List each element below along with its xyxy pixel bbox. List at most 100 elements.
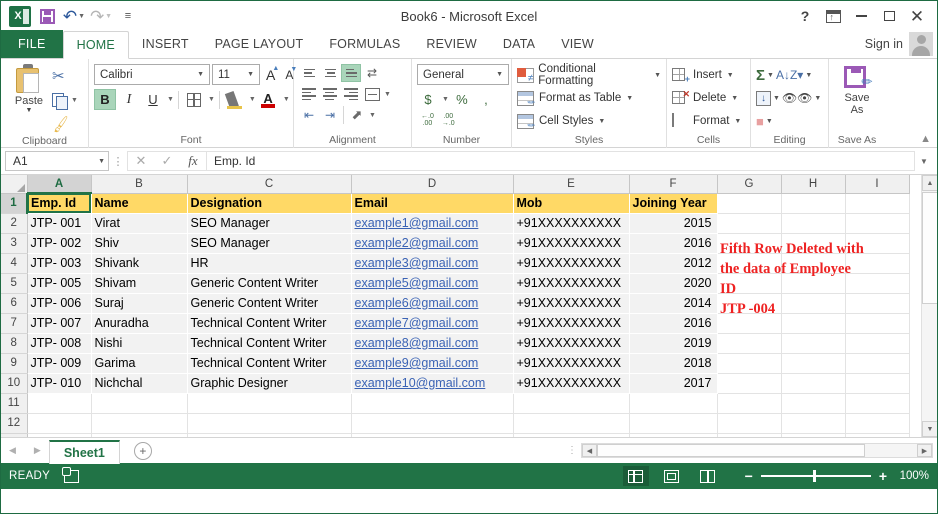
name-box[interactable]: A1 ▼ [5, 151, 109, 171]
cell-styles-button[interactable]: ✎ Cell Styles ▼ [517, 111, 661, 131]
chevron-down-icon[interactable]: ▼ [71, 97, 78, 104]
cell-a10[interactable]: JTP- 010 [27, 373, 92, 394]
close-icon[interactable]: ✕ [903, 3, 931, 29]
zoom-slider[interactable] [760, 470, 871, 483]
cell-i6[interactable] [845, 293, 910, 314]
cell-c3[interactable]: SEO Manager [187, 233, 352, 254]
cell-c2[interactable]: SEO Manager [187, 213, 352, 234]
cell-h10[interactable] [781, 373, 846, 394]
chevron-down-icon[interactable]: ▼ [369, 112, 376, 119]
column-header-a[interactable]: A [27, 175, 92, 194]
collapse-ribbon-icon[interactable]: ▲ [920, 133, 931, 145]
column-header-i[interactable]: I [845, 175, 910, 194]
email-link[interactable]: example10@gmail.com [355, 376, 486, 390]
enter-formula-icon[interactable]: ✓ [154, 152, 180, 171]
cell-f10[interactable]: 2017 [629, 373, 718, 394]
cell-a6[interactable]: JTP- 006 [27, 293, 92, 314]
cell-a1[interactable]: Emp. Id [27, 193, 92, 214]
cell-d10[interactable]: example10@gmail.com [351, 373, 514, 394]
cell-c10[interactable]: Graphic Designer [187, 373, 352, 394]
insert-function-icon[interactable]: fx [180, 152, 206, 171]
wrap-text-button[interactable]: ⬈ [347, 106, 367, 124]
cell-a11[interactable] [27, 393, 92, 414]
chevron-down-icon[interactable]: ▼ [208, 96, 215, 103]
row-header-11[interactable]: 11 [1, 393, 28, 414]
chevron-down-icon[interactable]: ▼ [283, 96, 290, 103]
align-right-button[interactable] [341, 85, 361, 103]
cell-e6[interactable]: +91XXXXXXXXXX [513, 293, 630, 314]
cell-i7[interactable] [845, 313, 910, 334]
chevron-down-icon[interactable]: ▼ [654, 72, 661, 79]
cell-a2[interactable]: JTP- 001 [27, 213, 92, 234]
cell-i11[interactable] [845, 393, 910, 414]
cell-g5[interactable] [717, 273, 782, 294]
chevron-down-icon[interactable]: ▼ [249, 96, 256, 103]
insert-cells-button[interactable]: + Insert ▼ [672, 65, 741, 85]
tab-review[interactable]: REVIEW [413, 30, 490, 58]
font-family-select[interactable]: Calibri ▼ [94, 64, 210, 85]
cell-c1[interactable]: Designation [187, 193, 352, 214]
sheet-tab-sheet1[interactable]: Sheet1 [48, 439, 120, 464]
align-bottom-button[interactable] [341, 64, 361, 82]
split-handle[interactable]: ⋮ [567, 445, 577, 455]
cell-e12[interactable] [513, 413, 630, 434]
restore-icon[interactable] [875, 3, 903, 29]
cell-f3[interactable]: 2016 [629, 233, 718, 254]
cell-i9[interactable] [845, 353, 910, 374]
borders-button[interactable] [183, 89, 205, 110]
chevron-down-icon[interactable]: ▼ [767, 72, 774, 79]
page-break-view-button[interactable] [695, 466, 721, 486]
email-link[interactable]: example8@gmail.com [355, 336, 479, 350]
cell-d5[interactable]: example5@gmail.com [351, 273, 514, 294]
cell-d7[interactable]: example7@gmail.com [351, 313, 514, 334]
underline-button[interactable]: U [142, 89, 164, 110]
cell-c7[interactable]: Technical Content Writer [187, 313, 352, 334]
minimize-icon[interactable] [847, 3, 875, 29]
cell-g2[interactable] [717, 213, 782, 234]
italic-button[interactable]: I [118, 89, 140, 110]
horizontal-scrollbar[interactable]: ◀ ▶ [581, 443, 933, 458]
undo-icon[interactable]: ↶ ▼ [61, 4, 87, 28]
cell-d2[interactable]: example1@gmail.com [351, 213, 514, 234]
cell-b1[interactable]: Name [91, 193, 188, 214]
cell-i5[interactable] [845, 273, 910, 294]
orientation-button[interactable]: ⇄ [362, 64, 382, 82]
cell-e7[interactable]: +91XXXXXXXXXX [513, 313, 630, 334]
cell-d12[interactable] [351, 413, 514, 434]
fill-color-button[interactable]: █ [224, 89, 246, 110]
cell-i4[interactable] [845, 253, 910, 274]
ribbon-display-options-icon[interactable] [819, 3, 847, 29]
number-format-select[interactable]: General ▼ [417, 64, 509, 85]
row-header-8[interactable]: 8 [1, 333, 28, 354]
increase-font-size-icon[interactable]: A ▲ [262, 65, 279, 83]
scroll-up-icon[interactable]: ▲ [922, 175, 937, 191]
cell-f7[interactable]: 2016 [629, 313, 718, 334]
clear-icon[interactable]: ■ [756, 114, 764, 129]
cell-f6[interactable]: 2014 [629, 293, 718, 314]
chevron-down-icon[interactable]: ▼ [766, 118, 773, 125]
accounting-format-button[interactable]: $ [417, 89, 439, 109]
cell-h1[interactable] [781, 193, 846, 214]
cell-g10[interactable] [717, 373, 782, 394]
cell-e8[interactable]: +91XXXXXXXXXX [513, 333, 630, 354]
zoom-in-button[interactable]: + [879, 468, 887, 484]
paste-button[interactable]: Paste ▼ [6, 62, 52, 114]
column-header-h[interactable]: H [781, 175, 846, 194]
expand-formula-bar-icon[interactable]: ▼ [915, 157, 933, 166]
sort-filter-icon[interactable]: A↓Z▾ [776, 68, 803, 82]
cell-h6[interactable] [781, 293, 846, 314]
column-header-f[interactable]: F [629, 175, 718, 194]
email-link[interactable]: example2@gmail.com [355, 236, 479, 250]
help-icon[interactable]: ? [791, 3, 819, 29]
cell-a12[interactable] [27, 413, 92, 434]
cell-b6[interactable]: Suraj [91, 293, 188, 314]
next-sheet-icon[interactable]: ▶ [34, 445, 41, 456]
align-center-button[interactable] [320, 85, 340, 103]
cell-d8[interactable]: example8@gmail.com [351, 333, 514, 354]
cell-g11[interactable] [717, 393, 782, 414]
cell-h8[interactable] [781, 333, 846, 354]
row-header-4[interactable]: 4 [1, 253, 28, 274]
save-as-button[interactable]: ✎ Save As [842, 62, 876, 116]
chevron-down-icon[interactable]: ▼ [727, 72, 734, 79]
cell-d11[interactable] [351, 393, 514, 414]
